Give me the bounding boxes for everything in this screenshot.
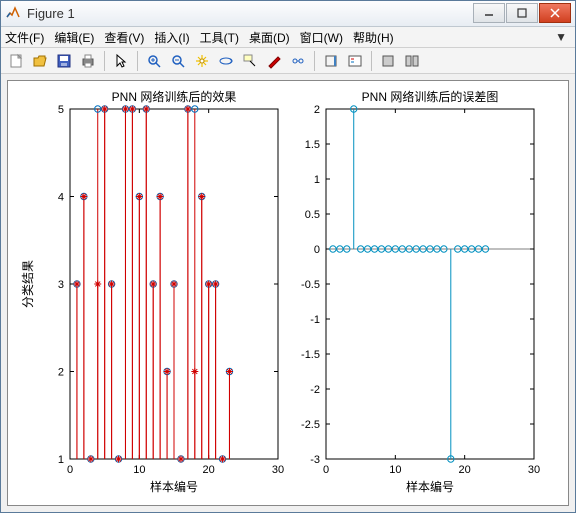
- svg-text:PNN 网络训练后的误差图: PNN 网络训练后的误差图: [362, 89, 499, 104]
- save-icon[interactable]: [53, 50, 75, 72]
- svg-text:20: 20: [459, 464, 471, 476]
- hide-plottools-icon[interactable]: [377, 50, 399, 72]
- svg-text:-3: -3: [310, 454, 320, 466]
- menu-view[interactable]: 查看(V): [104, 29, 144, 46]
- menu-overflow-icon[interactable]: ▼: [555, 30, 571, 44]
- rotate3d-icon[interactable]: [215, 50, 237, 72]
- zoom-out-icon[interactable]: [167, 50, 189, 72]
- brush-icon[interactable]: [263, 50, 285, 72]
- svg-text:1.5: 1.5: [305, 139, 320, 151]
- colorbar-icon[interactable]: [320, 50, 342, 72]
- axes-container: PNN 网络训练后的效果010203012345样本编号分类结果PNN 网络训练…: [8, 81, 568, 505]
- svg-text:-2.5: -2.5: [301, 419, 320, 431]
- legend-icon[interactable]: [344, 50, 366, 72]
- menu-edit[interactable]: 编辑(E): [54, 29, 94, 46]
- svg-text:分类结果: 分类结果: [21, 260, 35, 308]
- svg-text:0: 0: [323, 464, 329, 476]
- show-plottools-icon[interactable]: [401, 50, 423, 72]
- pan-icon[interactable]: [191, 50, 213, 72]
- svg-text:5: 5: [58, 104, 64, 116]
- svg-text:0: 0: [314, 244, 320, 256]
- svg-text:1: 1: [58, 454, 64, 466]
- menu-insert[interactable]: 插入(I): [154, 29, 189, 46]
- window-controls: [472, 3, 571, 23]
- svg-text:1: 1: [314, 174, 320, 186]
- print-icon[interactable]: [77, 50, 99, 72]
- toolbar-separator: [314, 51, 315, 71]
- toolbar-separator: [137, 51, 138, 71]
- svg-text:样本编号: 样本编号: [406, 479, 454, 494]
- svg-text:PNN 网络训练后的效果: PNN 网络训练后的效果: [112, 89, 237, 104]
- svg-text:20: 20: [203, 464, 215, 476]
- figure-area: PNN 网络训练后的效果010203012345样本编号分类结果PNN 网络训练…: [1, 74, 575, 512]
- figure-canvas[interactable]: PNN 网络训练后的效果010203012345样本编号分类结果PNN 网络训练…: [7, 80, 569, 506]
- pointer-icon[interactable]: [110, 50, 132, 72]
- menu-tools[interactable]: 工具(T): [200, 29, 239, 46]
- maximize-button[interactable]: [506, 3, 538, 23]
- menu-desktop[interactable]: 桌面(D): [249, 29, 290, 46]
- matlab-icon: [5, 5, 21, 21]
- toolbar-separator: [104, 51, 105, 71]
- svg-text:样本编号: 样本编号: [150, 479, 198, 494]
- new-figure-icon[interactable]: [5, 50, 27, 72]
- menubar: 文件(F) 编辑(E) 查看(V) 插入(I) 工具(T) 桌面(D) 窗口(W…: [1, 27, 575, 49]
- close-button[interactable]: [539, 3, 571, 23]
- svg-text:2: 2: [314, 104, 320, 116]
- svg-text:2: 2: [58, 367, 64, 379]
- open-icon[interactable]: [29, 50, 51, 72]
- svg-text:0.5: 0.5: [305, 209, 320, 221]
- window-title: Figure 1: [27, 6, 472, 21]
- svg-text:30: 30: [272, 464, 284, 476]
- svg-text:4: 4: [58, 192, 64, 204]
- svg-text:-1.5: -1.5: [301, 349, 320, 361]
- svg-text:10: 10: [133, 464, 145, 476]
- toolbar: [1, 48, 575, 74]
- svg-text:30: 30: [528, 464, 540, 476]
- svg-text:-1: -1: [310, 314, 320, 326]
- titlebar: Figure 1: [1, 1, 575, 27]
- datacursor-icon[interactable]: [239, 50, 261, 72]
- linkdata-icon[interactable]: [287, 50, 309, 72]
- menu-file[interactable]: 文件(F): [5, 29, 44, 46]
- minimize-button[interactable]: [473, 3, 505, 23]
- svg-text:-2: -2: [310, 384, 320, 396]
- svg-text:0: 0: [67, 464, 73, 476]
- toolbar-separator: [371, 51, 372, 71]
- svg-text:3: 3: [58, 279, 64, 291]
- svg-text:-0.5: -0.5: [301, 279, 320, 291]
- menu-help[interactable]: 帮助(H): [353, 29, 394, 46]
- zoom-in-icon[interactable]: [143, 50, 165, 72]
- svg-text:10: 10: [389, 464, 401, 476]
- figure-window: Figure 1 文件(F) 编辑(E) 查看(V) 插入(I) 工具(T) 桌…: [0, 0, 576, 513]
- menu-window[interactable]: 窗口(W): [300, 29, 343, 46]
